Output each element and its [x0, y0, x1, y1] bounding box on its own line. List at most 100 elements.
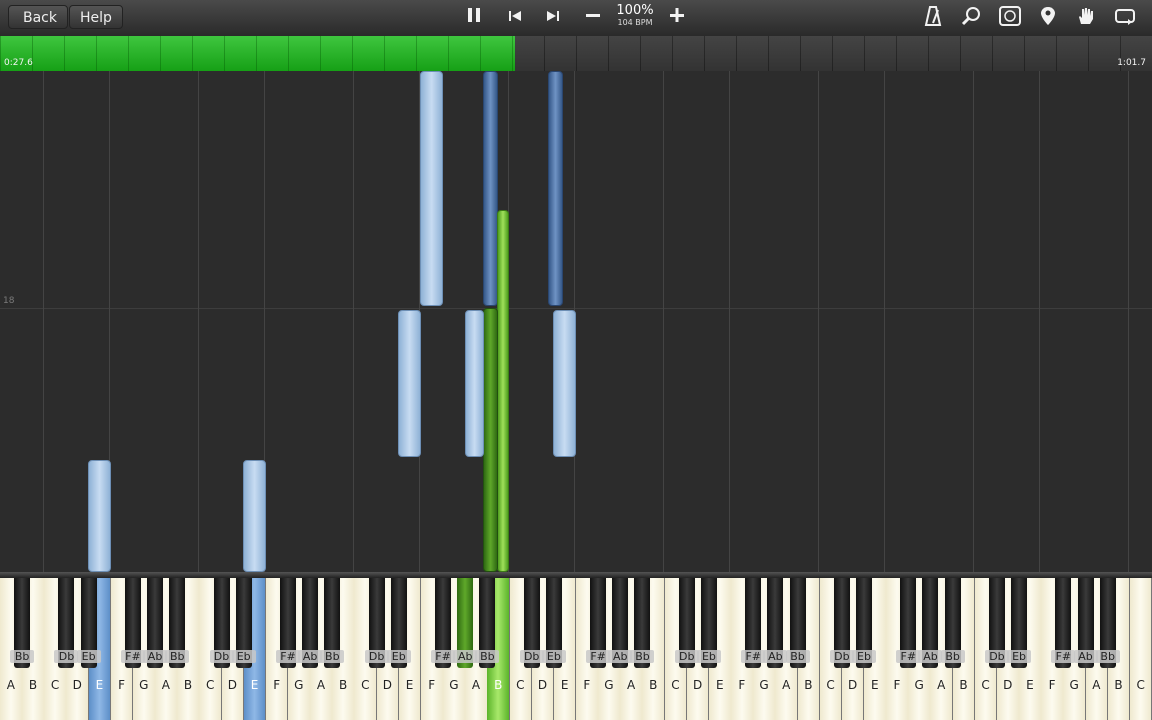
back-button[interactable]: Back [8, 5, 68, 29]
black-key-label: Eb [76, 650, 101, 663]
pause-icon[interactable] [461, 6, 487, 30]
black-key[interactable]: Bb [630, 578, 655, 668]
white-key-label: D [692, 678, 703, 692]
black-key[interactable]: Eb [541, 578, 566, 668]
magnifier-icon[interactable] [958, 6, 984, 30]
loop-icon[interactable] [1112, 6, 1138, 30]
black-key-label: Bb [475, 650, 500, 663]
black-key-label: Eb [852, 650, 876, 663]
white-key-label: G [449, 678, 459, 692]
black-key[interactable]: F# [431, 578, 456, 668]
white-key-label: G [139, 678, 149, 692]
white-key-label: B [28, 678, 38, 692]
black-key-label: Ab [918, 650, 943, 663]
note-bar [465, 310, 484, 457]
black-key-label: Ab [143, 650, 168, 663]
black-key[interactable]: Eb [1007, 578, 1032, 668]
black-key[interactable]: Db [519, 578, 544, 668]
black-key-label: F# [586, 650, 611, 663]
white-key-label: D [72, 678, 82, 692]
black-key[interactable]: Eb [696, 578, 721, 668]
help-button[interactable]: Help [69, 5, 123, 29]
black-key[interactable]: Eb [852, 578, 876, 668]
black-key[interactable]: Ab [453, 578, 478, 668]
black-key-label: Ab [608, 650, 633, 663]
black-key[interactable]: Ab [763, 578, 788, 668]
black-key[interactable]: Db [54, 578, 79, 668]
hand-icon[interactable] [1073, 6, 1099, 30]
black-key[interactable]: Bb [165, 578, 190, 668]
white-key-label: B [649, 678, 658, 692]
white-key-label: B [1114, 678, 1123, 692]
white-key-label: G [604, 678, 614, 692]
metronome-icon[interactable] [920, 6, 946, 30]
black-key[interactable]: F# [896, 578, 921, 668]
black-key[interactable]: Db [209, 578, 234, 668]
note-bar [420, 71, 443, 306]
note-bar [88, 460, 111, 572]
white-key-label: F [1048, 678, 1056, 692]
white-key-label: C [361, 678, 370, 692]
black-key[interactable]: Bb [785, 578, 810, 668]
minus-icon[interactable] [580, 6, 606, 30]
white-key[interactable]: C [1129, 578, 1152, 720]
black-key[interactable]: Bb [320, 578, 345, 668]
black-key[interactable]: Ab [1073, 578, 1098, 668]
white-key-label: A [161, 678, 170, 692]
black-key[interactable]: Bb [1095, 578, 1120, 668]
black-key[interactable]: Ab [608, 578, 633, 668]
black-key[interactable]: Bb [10, 578, 35, 668]
black-key[interactable]: F# [120, 578, 145, 668]
white-key-label: C [516, 678, 525, 692]
black-key[interactable]: Db [364, 578, 389, 668]
timeline-scrubber[interactable]: 0:27.6 1:01.7 [0, 36, 1152, 71]
black-key-label: Bb [320, 650, 345, 663]
black-key[interactable]: F# [276, 578, 300, 668]
white-key-label: D [848, 678, 858, 692]
location-pin-icon[interactable] [1035, 6, 1061, 30]
black-key[interactable]: Db [829, 578, 854, 668]
black-key-label: F# [896, 650, 921, 663]
white-key-label: D [537, 678, 548, 692]
grid-line [663, 71, 664, 572]
grid-line [884, 71, 885, 572]
white-key-label: F [428, 678, 436, 692]
tempo-percent: 100% [616, 3, 654, 18]
white-key-label: E [560, 678, 569, 692]
black-key[interactable]: Bb [940, 578, 965, 668]
black-key-label: Db [54, 650, 79, 663]
black-key-label: Eb [231, 650, 256, 663]
white-key-label: G [1069, 678, 1079, 692]
skip-forward-icon[interactable] [540, 6, 566, 30]
black-key-label: Bb [10, 650, 35, 663]
white-key-label: B [183, 678, 193, 692]
black-key[interactable]: Ab [918, 578, 943, 668]
black-key-label: F# [276, 650, 300, 663]
piano-roll: 18 [0, 71, 1152, 572]
black-key[interactable]: Bb [475, 578, 500, 668]
black-key[interactable]: Db [674, 578, 699, 668]
black-key[interactable]: F# [586, 578, 611, 668]
white-key-label: C [50, 678, 60, 692]
skip-back-icon[interactable] [502, 6, 528, 30]
black-key[interactable]: Eb [76, 578, 101, 668]
piano-keyboard[interactable]: ABCDEFGABCDEFGABCDEFGABCDEFGABCDEFGABCDE… [0, 578, 1152, 720]
black-key-label: Db [674, 650, 699, 663]
white-key-label: G [914, 678, 924, 692]
white-key-label: F [273, 678, 281, 692]
black-key-label: Ab [763, 650, 788, 663]
black-key[interactable]: F# [741, 578, 766, 668]
black-key[interactable]: Eb [386, 578, 411, 668]
black-key[interactable]: Eb [231, 578, 256, 668]
black-key[interactable]: Ab [143, 578, 168, 668]
black-key[interactable]: F# [1051, 578, 1076, 668]
note-label-icon[interactable] [997, 6, 1023, 30]
black-key[interactable]: Db [984, 578, 1009, 668]
black-key-label: Db [209, 650, 234, 663]
black-key-label: Db [519, 650, 544, 663]
note-bar [483, 71, 498, 306]
black-key-label: F# [431, 650, 456, 663]
black-key-label: Eb [1007, 650, 1032, 663]
black-key[interactable]: Ab [298, 578, 323, 668]
plus-icon[interactable] [664, 6, 690, 30]
